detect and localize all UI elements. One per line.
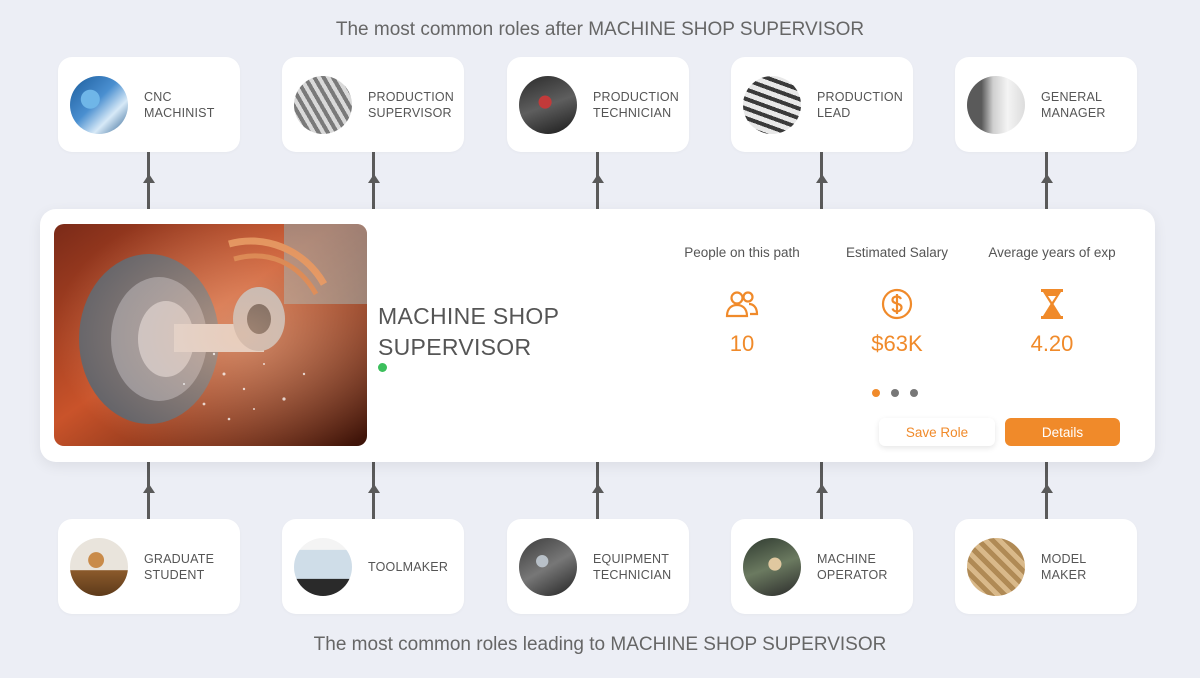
role-photo bbox=[743, 75, 801, 134]
role-label: PRODUCTION LEAD bbox=[817, 89, 904, 120]
pager-dot-2[interactable] bbox=[891, 389, 899, 397]
previous-roles-heading: The most common roles leading to MACHINE… bbox=[313, 634, 887, 655]
people-icon bbox=[725, 291, 759, 318]
arrow-up-icon bbox=[591, 484, 604, 493]
prev-role-card-model-maker[interactable]: MODEL MAKER bbox=[955, 519, 1137, 614]
role-photo bbox=[70, 537, 128, 596]
role-photo bbox=[519, 537, 577, 596]
role-label: PRODUCTION TECHNICIAN bbox=[593, 89, 680, 120]
save-role-button[interactable]: Save Role bbox=[879, 418, 995, 446]
role-label: TOOLMAKER bbox=[368, 559, 449, 574]
arrow-up-icon bbox=[815, 174, 828, 183]
next-role-card-cnc-machinist[interactable]: CNC MACHINIST bbox=[58, 57, 240, 152]
carousel-pager bbox=[872, 389, 918, 397]
role-label: MACHINE OPERATOR bbox=[817, 551, 888, 582]
role-photo bbox=[70, 75, 128, 134]
role-photo bbox=[519, 75, 577, 134]
role-photo bbox=[967, 75, 1025, 134]
prev-role-card-toolmaker[interactable]: TOOLMAKER bbox=[282, 519, 464, 614]
stat-people: People on this path 10 bbox=[662, 245, 822, 357]
next-role-card-production-technician[interactable]: PRODUCTION TECHNICIAN bbox=[507, 57, 689, 152]
arrow-up-icon bbox=[815, 484, 828, 493]
stat-label: Estimated Salary bbox=[845, 245, 949, 260]
arrow-up-icon bbox=[367, 174, 380, 183]
pager-dot-3[interactable] bbox=[910, 389, 918, 397]
arrow-up-icon bbox=[1040, 174, 1053, 183]
role-hero-image bbox=[54, 224, 367, 446]
prev-role-card-machine-operator[interactable]: MACHINE OPERATOR bbox=[731, 519, 913, 614]
stat-label: People on this path bbox=[684, 245, 800, 260]
stat-salary: Estimated Salary $63K bbox=[817, 245, 977, 357]
role-label: MODEL MAKER bbox=[1041, 551, 1087, 582]
next-role-card-production-lead[interactable]: PRODUCTION LEAD bbox=[731, 57, 913, 152]
prev-role-card-graduate-student[interactable]: GRADUATE STUDENT bbox=[58, 519, 240, 614]
role-label: GENERAL MANAGER bbox=[1041, 89, 1106, 120]
next-role-card-general-manager[interactable]: GENERAL MANAGER bbox=[955, 57, 1137, 152]
stat-value: 4.20 bbox=[1030, 331, 1074, 356]
stat-label: Average years of exp bbox=[988, 245, 1116, 260]
dollar-icon bbox=[881, 288, 913, 320]
arrow-up-icon bbox=[142, 484, 155, 493]
next-roles-heading: The most common roles after MACHINE SHOP… bbox=[335, 19, 865, 40]
arrow-up-icon bbox=[591, 174, 604, 183]
stat-value: 10 bbox=[729, 331, 755, 356]
status-dot bbox=[378, 363, 387, 372]
prev-role-card-equipment-technician[interactable]: EQUIPMENT TECHNICIAN bbox=[507, 519, 689, 614]
stat-value: $63K bbox=[871, 331, 923, 356]
hourglass-icon bbox=[1041, 289, 1063, 319]
role-photo bbox=[294, 537, 352, 596]
role-label: PRODUCTION SUPERVISOR bbox=[368, 89, 455, 120]
role-label: EQUIPMENT TECHNICIAN bbox=[593, 551, 672, 582]
stat-experience: Average years of exp 4.20 bbox=[972, 245, 1132, 357]
role-photo bbox=[743, 537, 801, 596]
next-role-card-production-supervisor[interactable]: PRODUCTION SUPERVISOR bbox=[282, 57, 464, 152]
pager-dot-1[interactable] bbox=[872, 389, 880, 397]
role-photo bbox=[294, 75, 352, 134]
role-label: GRADUATE STUDENT bbox=[144, 551, 215, 582]
role-photo bbox=[967, 537, 1025, 596]
role-label: CNC MACHINIST bbox=[144, 89, 215, 120]
details-button[interactable]: Details bbox=[1005, 418, 1120, 446]
arrow-up-icon bbox=[367, 484, 380, 493]
current-role-card: MACHINE SHOP SUPERVISOR People on this p… bbox=[40, 209, 1155, 462]
arrow-up-icon bbox=[142, 174, 155, 183]
current-role-title: MACHINE SHOP SUPERVISOR bbox=[378, 303, 559, 360]
arrow-up-icon bbox=[1040, 484, 1053, 493]
